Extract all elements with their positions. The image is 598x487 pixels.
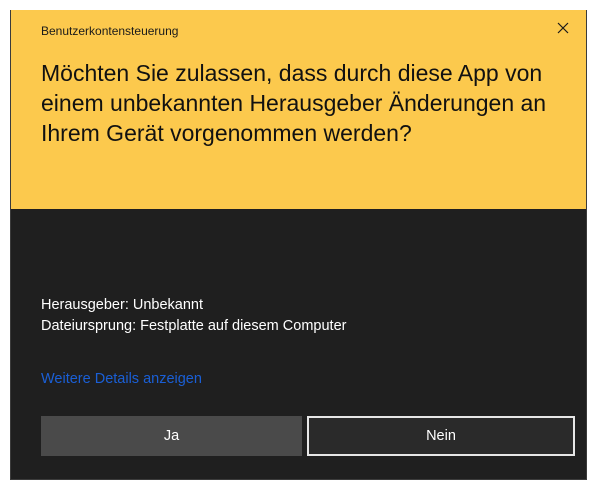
show-details-link[interactable]: Weitere Details anzeigen [41, 371, 202, 387]
app-info: Herausgeber: Unbekannt Dateiursprung: Fe… [41, 295, 346, 337]
no-button[interactable]: Nein [307, 416, 575, 456]
uac-dialog: Benutzerkontensteuerung Möchten Sie zula… [10, 10, 587, 480]
yes-button[interactable]: Ja [41, 416, 302, 456]
dialog-title: Benutzerkontensteuerung [41, 24, 179, 38]
publisher-line: Herausgeber: Unbekannt [41, 297, 204, 313]
close-icon [557, 21, 569, 39]
uac-header: Benutzerkontensteuerung Möchten Sie zula… [11, 10, 586, 209]
dialog-question: Möchten Sie zulassen, dass durch diese A… [41, 60, 547, 146]
origin-line: Dateiursprung: Festplatte auf diesem Com… [41, 318, 347, 334]
close-button[interactable] [540, 10, 586, 50]
